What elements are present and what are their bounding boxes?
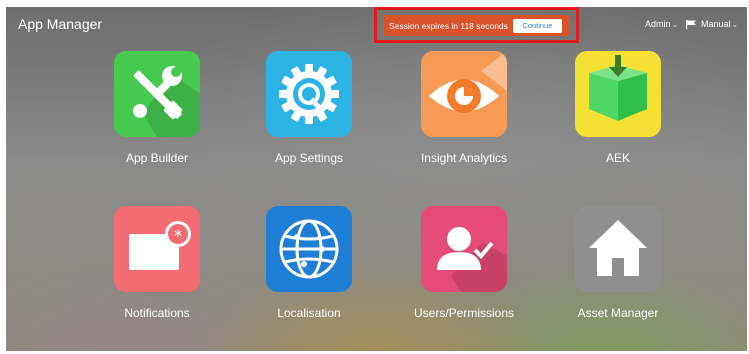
admin-menu[interactable]: Admin ⌄: [645, 19, 678, 29]
tools-icon: [133, 66, 200, 137]
app-tile-asset-manager[interactable]: Asset Manager: [558, 206, 678, 320]
notification-icon: *: [129, 221, 191, 270]
manual-label: Manual: [701, 19, 731, 29]
aek-icon-tile[interactable]: [575, 51, 661, 137]
manual-menu[interactable]: Manual ⌄: [686, 19, 738, 29]
localisation-icon-tile[interactable]: [266, 206, 352, 292]
notifications-label: Notifications: [124, 306, 190, 320]
page-title: App Manager: [18, 16, 103, 32]
globe-icon: [279, 219, 339, 279]
asset-manager-label: Asset Manager: [577, 306, 659, 320]
app-settings-icon-tile[interactable]: [266, 51, 352, 137]
app-tile-localisation[interactable]: Localisation: [249, 206, 369, 320]
app-tile-insight-analytics[interactable]: Insight Analytics: [404, 51, 524, 165]
asset-manager-icon-tile[interactable]: [575, 206, 661, 292]
app-tile-notifications[interactable]: * Notifications: [97, 206, 217, 320]
insight-analytics-label: Insight Analytics: [420, 151, 508, 165]
admin-label: Admin: [645, 19, 671, 29]
box-icon: [589, 55, 647, 121]
app-builder-label: App Builder: [125, 151, 189, 165]
session-timeout-text: Session expires in 118 seconds: [389, 20, 508, 31]
app-tile-app-builder[interactable]: App Builder: [97, 51, 217, 165]
house-icon: [589, 220, 647, 276]
continue-button[interactable]: Continue: [512, 18, 562, 33]
users-permissions-icon-tile[interactable]: [421, 206, 507, 292]
insight-analytics-icon-tile[interactable]: [421, 51, 507, 137]
svg-text:*: *: [174, 226, 182, 245]
notifications-icon-tile[interactable]: *: [114, 206, 200, 292]
user-check-icon: [437, 227, 507, 292]
eye-icon: [429, 51, 507, 113]
app-tile-users-permissions[interactable]: Users/Permissions: [404, 206, 524, 320]
app-settings-label: App Settings: [274, 151, 344, 165]
chevron-down-icon: ⌄: [731, 19, 739, 29]
gear-magnifier-icon: [279, 64, 339, 124]
users-permissions-label: Users/Permissions: [413, 306, 515, 320]
app-manager-window: App Manager Session expires in 118 secon…: [6, 7, 747, 351]
localisation-label: Localisation: [277, 306, 341, 320]
aek-label: AEK: [605, 151, 630, 165]
chevron-down-icon: ⌄: [671, 19, 679, 29]
app-tile-aek[interactable]: AEK: [558, 51, 678, 165]
session-warning-highlight: Session expires in 118 seconds Continue: [374, 7, 579, 43]
app-tile-app-settings[interactable]: App Settings: [249, 51, 369, 165]
session-timeout-banner: Session expires in 118 seconds Continue: [383, 15, 569, 36]
app-builder-icon-tile[interactable]: [114, 51, 200, 137]
flag-icon: [686, 19, 696, 29]
